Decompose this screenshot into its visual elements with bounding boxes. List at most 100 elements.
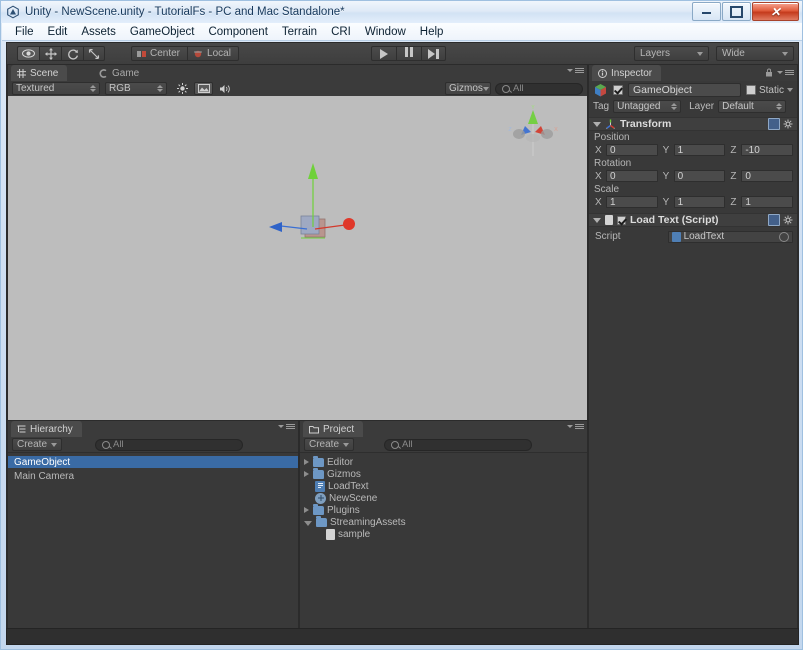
chevron-updown-icon [776,103,782,110]
scene-search-input[interactable]: All [495,83,583,95]
object-picker-icon[interactable] [779,232,789,242]
rotate-tool-button[interactable] [61,46,83,61]
menu-file[interactable]: File [8,24,41,40]
gear-icon[interactable] [783,215,793,225]
rotation-x-label: X [595,171,604,182]
inspector-panel-menu[interactable] [765,68,794,77]
position-z-input[interactable]: -10 [741,144,793,156]
hierarchy-create-button[interactable]: Create [12,438,62,451]
scene-file-icon [315,493,326,504]
pause-icon [404,47,414,60]
editor-toolbar: Center Local [7,43,798,65]
menu-cri[interactable]: CRI [324,24,358,40]
hierarchy-search-input[interactable]: All [95,439,243,451]
object-name-input[interactable]: GameObject [628,83,741,97]
layer-dropdown[interactable]: Default [718,100,786,113]
move-tool-button[interactable] [39,46,61,61]
rotation-x-input[interactable]: 0 [606,170,658,182]
script-object-field[interactable]: LoadText [668,231,793,243]
static-toggle[interactable]: Static [746,85,793,96]
twisty-expanded-icon[interactable] [304,521,312,526]
gizmos-dropdown[interactable]: Gizmos [445,82,491,95]
scale-z-input[interactable]: 1 [741,196,793,208]
scale-y-input[interactable]: 1 [674,196,726,208]
script-property-label: Script [595,231,621,242]
folder-icon [316,518,327,527]
tag-value: Untagged [617,101,671,112]
rotation-z-input[interactable]: 0 [741,170,793,182]
minimize-button[interactable] [692,2,721,21]
play-button[interactable] [371,46,396,61]
tab-hierarchy[interactable]: Hierarchy [11,421,82,437]
tab-scene[interactable]: Scene [11,65,67,81]
scale-x-input[interactable]: 1 [606,196,658,208]
project-panel-menu[interactable] [567,424,584,429]
rotation-y-input[interactable]: 0 [674,170,726,182]
step-button[interactable] [421,46,446,61]
menu-assets[interactable]: Assets [74,24,123,40]
project-item-plugins[interactable]: Plugins [300,504,587,516]
scale-tool-button[interactable] [83,46,105,61]
position-x-input[interactable]: 0 [606,144,658,156]
layout-dropdown[interactable]: Wide [716,46,794,61]
script-component-header[interactable]: Load Text (Script) [589,213,797,227]
twisty-collapsed-icon[interactable] [304,507,309,513]
menu-window[interactable]: Window [358,24,413,40]
menu-terrain[interactable]: Terrain [275,24,324,40]
transform-component-header[interactable]: Transform [589,117,797,131]
project-item-streamingassets[interactable]: StreamingAssets [300,516,587,528]
close-button[interactable]: ✕ [752,2,799,21]
twisty-collapsed-icon[interactable] [304,471,309,477]
menu-edit[interactable]: Edit [41,24,75,40]
hierarchy-panel-menu[interactable] [278,424,295,429]
position-y-input[interactable]: 1 [674,144,726,156]
scene-panel-menu[interactable] [567,68,584,73]
menu-help[interactable]: Help [413,24,451,40]
tag-layer-row: Tag Untagged Layer Default [589,99,797,114]
pivot-mode-button[interactable]: Center [131,46,187,61]
script-enabled-checkbox[interactable] [617,216,626,225]
project-item-gizmos[interactable]: Gizmos [300,468,587,480]
menu-component[interactable]: Component [201,24,274,40]
project-item-loadtext[interactable]: LoadText [300,480,587,492]
scene-orientation-gizmo[interactable]: Y Z X [503,104,563,162]
audio-toggle-button[interactable] [215,82,234,95]
foldout-expanded-icon[interactable] [593,218,601,223]
hand-tool-button[interactable] [17,46,39,61]
scene-icon [17,69,26,78]
object-active-checkbox[interactable] [613,85,623,95]
tab-inspector[interactable]: Inspector [592,65,661,81]
hierarchy-item-main-camera[interactable]: Main Camera [8,470,298,482]
render-mode-dropdown[interactable]: RGB [105,82,167,95]
maximize-button[interactable] [722,2,751,21]
tag-dropdown[interactable]: Untagged [613,100,681,113]
help-icon[interactable] [768,214,780,226]
lock-icon[interactable] [765,68,773,77]
project-search-input[interactable]: All [384,439,532,451]
effects-toggle-button[interactable] [194,82,213,95]
lighting-toggle-button[interactable] [173,82,192,95]
folder-icon [313,470,324,479]
project-item-sample[interactable]: sample [300,528,587,540]
tag-label: Tag [593,101,609,112]
tab-game[interactable]: Game [93,65,148,81]
project-item-newscene[interactable]: NewScene [300,492,587,504]
script-icon [672,232,681,242]
project-item-editor[interactable]: Editor [300,456,587,468]
help-icon[interactable] [768,118,780,130]
foldout-expanded-icon[interactable] [593,122,601,127]
pause-button[interactable] [396,46,421,61]
hierarchy-item-gameobject[interactable]: GameObject [8,456,298,468]
tab-project[interactable]: Project [303,421,363,437]
scene-viewport[interactable]: Y Z X [8,96,587,420]
menu-gameobject[interactable]: GameObject [123,24,202,40]
chevron-down-icon[interactable] [787,88,793,92]
layers-dropdown[interactable]: Layers [634,46,709,61]
object-transform-gizmo[interactable] [263,161,363,251]
pivot-rotation-button[interactable]: Local [187,46,239,61]
twisty-collapsed-icon[interactable] [304,459,309,465]
draw-mode-dropdown[interactable]: Textured [12,82,100,95]
gear-icon[interactable] [783,119,793,129]
static-checkbox[interactable] [746,85,756,95]
project-create-button[interactable]: Create [304,438,354,451]
